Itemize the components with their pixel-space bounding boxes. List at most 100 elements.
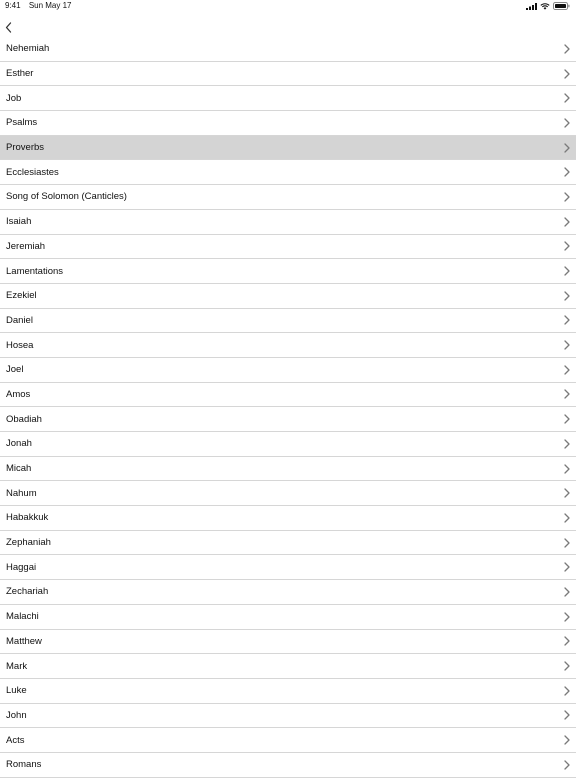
list-item[interactable]: Daniel — [0, 309, 576, 334]
list-item-label: Psalms — [6, 117, 38, 129]
list-item-label: Acts — [6, 734, 25, 746]
chevron-right-icon — [564, 488, 570, 498]
list-item-label: Ezekiel — [6, 290, 37, 302]
list-item-label: Jeremiah — [6, 240, 46, 252]
list-item-label: Esther — [6, 68, 34, 80]
list-item[interactable]: Psalms — [0, 111, 576, 136]
chevron-right-icon — [564, 710, 570, 721]
status-right — [526, 2, 570, 10]
navigation-bar — [0, 14, 576, 38]
chevron-right-icon — [564, 217, 570, 227]
list-item-label: Jonah — [6, 438, 32, 450]
chevron-right-icon — [564, 167, 570, 177]
list-item[interactable]: Romans — [0, 753, 576, 778]
list-item[interactable]: Obadiah — [0, 407, 576, 432]
list-item-label: Hosea — [6, 339, 34, 351]
chevron-right-icon — [564, 686, 570, 696]
list-item[interactable]: Mark — [0, 654, 576, 679]
list-item-label: Nehemiah — [6, 43, 50, 55]
list-item[interactable]: Proverbs — [0, 135, 576, 161]
chevron-right-icon — [564, 44, 570, 54]
chevron-right-icon — [564, 661, 570, 671]
chevron-right-icon — [564, 636, 570, 646]
list-item-label: John — [6, 709, 27, 721]
chevron-right-icon — [564, 192, 570, 202]
list-item-label: Malachi — [6, 611, 39, 623]
list-item[interactable]: Habakkuk — [0, 506, 576, 531]
chevron-right-icon — [564, 463, 570, 474]
list-item[interactable]: Joel — [0, 358, 576, 383]
signal-icon — [526, 2, 537, 10]
list-item[interactable]: Ezekiel — [0, 284, 576, 309]
chevron-right-icon — [564, 291, 570, 301]
list-item[interactable]: Song of Solomon (Canticles) — [0, 185, 576, 210]
list-item[interactable]: Haggai — [0, 555, 576, 581]
list-item[interactable]: Amos — [0, 383, 576, 408]
wifi-icon — [540, 2, 550, 10]
list-item-label: Daniel — [6, 314, 33, 326]
list-item-label: Haggai — [6, 561, 37, 573]
book-list: Nehemiah Esther Job Psalms Proverbs Ecclesias… — [0, 37, 576, 778]
chevron-right-icon — [564, 587, 570, 597]
list-item-label: Mark — [6, 660, 28, 672]
list-item[interactable]: Isaiah — [0, 210, 576, 235]
list-item[interactable]: Esther — [0, 62, 576, 87]
list-item-label: Song of Solomon (Canticles) — [6, 191, 127, 203]
list-item-label: Amos — [6, 388, 31, 400]
list-item-label: Micah — [6, 463, 32, 475]
list-item[interactable]: Malachi — [0, 605, 576, 630]
list-item[interactable]: Lamentations — [0, 259, 576, 284]
list-item-label: Isaiah — [6, 216, 32, 228]
list-item-label: Obadiah — [6, 413, 42, 425]
list-item-label: Zechariah — [6, 586, 49, 598]
list-item[interactable]: Hosea — [0, 333, 576, 358]
chevron-right-icon — [564, 760, 570, 770]
list-item[interactable]: Micah — [0, 457, 576, 482]
list-item[interactable]: Acts — [0, 728, 576, 753]
list-item[interactable]: Zechariah — [0, 580, 576, 605]
chevron-left-icon — [5, 21, 11, 33]
list-item[interactable]: John — [0, 704, 576, 729]
chevron-right-icon — [564, 389, 570, 400]
chevron-right-icon — [564, 365, 570, 375]
list-item-label: Nahum — [6, 487, 37, 499]
back-button[interactable] — [1, 20, 15, 34]
chevron-right-icon — [564, 439, 570, 449]
list-item[interactable]: Jeremiah — [0, 235, 576, 260]
chevron-right-icon — [564, 562, 570, 572]
list-item-label: Joel — [6, 364, 24, 376]
list-item-label: Romans — [6, 759, 42, 771]
list-item[interactable]: Ecclesiastes — [0, 160, 576, 186]
chevron-right-icon — [564, 340, 570, 350]
chevron-right-icon — [564, 68, 570, 79]
chevron-right-icon — [564, 241, 570, 251]
list-item[interactable]: Matthew — [0, 630, 576, 655]
chevron-right-icon — [564, 537, 570, 548]
list-item-label: Matthew — [6, 635, 42, 647]
status-left: 9:41 Sun May 17 — [5, 0, 78, 12]
list-item[interactable]: Nahum — [0, 481, 576, 507]
chevron-right-icon — [564, 735, 570, 745]
chevron-right-icon — [564, 612, 570, 622]
list-item-label: Luke — [6, 685, 27, 697]
list-item-label: Job — [6, 92, 22, 104]
list-item[interactable]: Zephaniah — [0, 531, 576, 556]
battery-icon — [553, 2, 570, 10]
list-item-label: Proverbs — [6, 142, 45, 154]
list-item[interactable]: Nehemiah — [0, 37, 576, 62]
chevron-right-icon — [564, 93, 570, 103]
list-item-label: Habakkuk — [6, 512, 49, 524]
chevron-right-icon — [564, 118, 570, 128]
list-item-label: Lamentations — [6, 265, 64, 277]
list-item[interactable]: Luke — [0, 679, 576, 704]
list-item[interactable]: Jonah — [0, 432, 576, 457]
status-time: 9:41 — [5, 1, 21, 10]
chevron-right-icon — [564, 142, 570, 153]
chevron-right-icon — [564, 513, 570, 523]
chevron-right-icon — [564, 266, 570, 276]
chevron-right-icon — [564, 315, 570, 326]
list-item-label: Ecclesiastes — [6, 166, 59, 178]
list-item[interactable]: Job — [0, 86, 576, 112]
status-date: Sun May 17 — [28, 1, 72, 10]
chevron-right-icon — [564, 414, 570, 424]
